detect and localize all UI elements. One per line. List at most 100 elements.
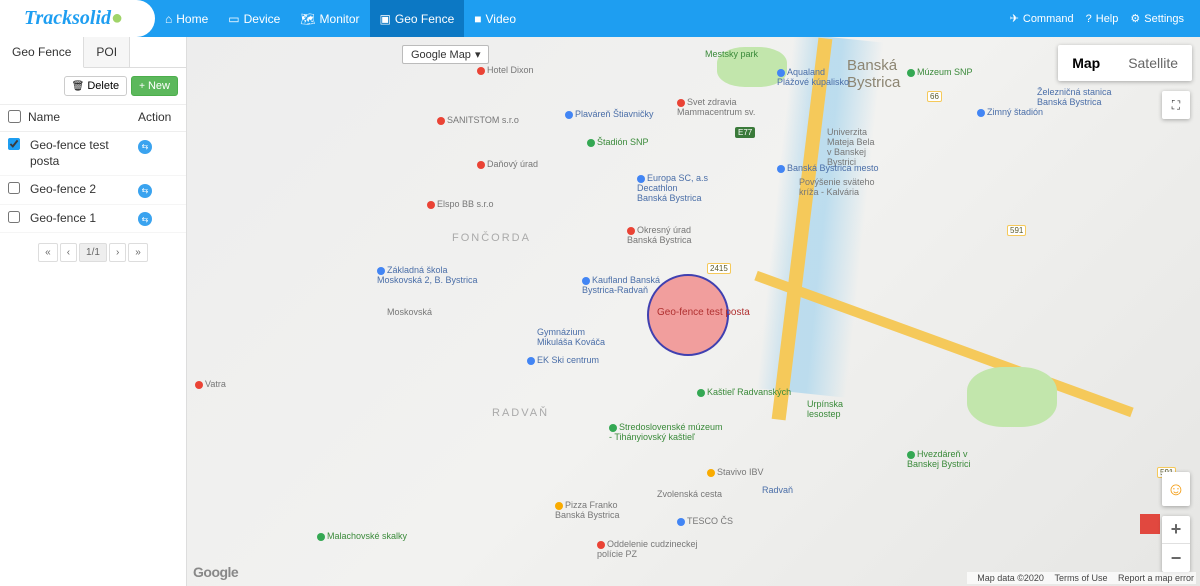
map-view-map[interactable]: Map <box>1058 45 1114 81</box>
tab-geofence[interactable]: Geo Fence <box>0 37 84 68</box>
home-icon: ⌂ <box>165 12 172 26</box>
shield-2415: 2415 <box>707 263 731 274</box>
poi-muzeum: Múzeum SNP <box>907 67 973 77</box>
trash-icon: 🗑 <box>72 81 85 92</box>
row-action-button[interactable]: ⇆ <box>138 212 152 226</box>
poi-hoteldixon: Hotel Dixon <box>477 65 534 75</box>
nav-home[interactable]: ⌂Home <box>155 0 218 37</box>
row-checkbox[interactable] <box>8 211 20 223</box>
plus-icon: + <box>139 81 145 92</box>
row-action-button[interactable]: ⇆ <box>138 184 152 198</box>
pegman-control[interactable]: ☺ <box>1162 472 1190 506</box>
poi-kastiel: Kaštieľ Radvanských <box>697 387 791 397</box>
pager-last[interactable]: » <box>128 243 148 262</box>
shield-591a: 591 <box>1007 225 1026 236</box>
pegman-icon: ☺ <box>1167 479 1185 500</box>
fullscreen-icon: ⛶ <box>1172 98 1180 113</box>
poi-univ: UniverzitaMateja Belav BanskejBystrici <box>827 127 875 167</box>
poi-moskovska: Moskovská <box>387 307 432 317</box>
poi-tesco: TESCO ČS <box>677 516 733 526</box>
poi-europa: Europa SC, a.sDecathlonBanská Bystrica <box>637 173 708 203</box>
poi-zakladna: Základná školaMoskovská 2, B. Bystrica <box>377 265 478 285</box>
fullscreen-button[interactable]: ⛶ <box>1162 91 1190 119</box>
table-row: Geo-fence 1 ⇆ <box>0 205 186 234</box>
geofence-icon: ▣ <box>380 12 391 26</box>
brand-logo: Tracksolid● <box>0 0 155 37</box>
poi-elspo: Elspo BB s.r.o <box>427 199 494 209</box>
geofence-label: Geo-fence test posta <box>657 307 750 318</box>
poi-stadion: Štadión SNP <box>587 137 649 147</box>
row-checkbox[interactable] <box>8 138 20 150</box>
map-type-dropdown[interactable]: Google Map▾ <box>402 45 489 64</box>
poi-vatra: Vatra <box>195 379 226 389</box>
row-name[interactable]: Geo-fence test posta <box>24 138 138 169</box>
poi-zimny: Zimný štadión <box>977 107 1043 117</box>
map[interactable]: BanskáBystrica UniverzitaMateja Belav Ba… <box>187 37 1200 586</box>
report-link[interactable]: Report a map error <box>1118 573 1194 583</box>
poi-kaufland: Kaufland BanskáBystrica-Radvaň <box>582 275 660 295</box>
poi-hvezdaren: Hvezdáreň vBanskej Bystrici <box>907 449 971 469</box>
nav-geofence[interactable]: ▣Geo Fence <box>370 0 465 37</box>
row-action-button[interactable]: ⇆ <box>138 140 152 154</box>
poi-bbmesto: Banská Bystrica mesto <box>777 163 879 173</box>
chevron-down-icon: ▾ <box>475 48 481 61</box>
command-icon: ✈ <box>1010 12 1019 25</box>
nav-settings[interactable]: ⚙Settings <box>1124 0 1190 37</box>
poi-ekski: EK Ski centrum <box>527 355 599 365</box>
nav-monitor[interactable]: 🗺Monitor <box>290 0 369 37</box>
poi-sanitstom: SANITSTOM s.r.o <box>437 115 519 125</box>
poi-aqualand: AqualandPlážové kúpalisko <box>777 67 849 87</box>
red-marker <box>1140 514 1160 534</box>
nav-device[interactable]: ▭Device <box>218 0 290 37</box>
shield-66: 66 <box>927 91 942 102</box>
col-action-header: Action <box>138 110 178 126</box>
tab-poi[interactable]: POI <box>84 37 130 67</box>
pager-prev[interactable]: ‹ <box>60 243 77 262</box>
row-name[interactable]: Geo-fence 2 <box>24 182 138 198</box>
zoom-out-button[interactable]: − <box>1162 544 1190 572</box>
poi-urpinska: Urpínskalesostep <box>807 399 843 419</box>
poi-oddelenie: Oddelenie cudzineckejpolície PZ <box>597 539 698 559</box>
row-name[interactable]: Geo-fence 1 <box>24 211 138 227</box>
video-icon: ■ <box>474 12 481 26</box>
poi-svet: Svet zdraviaMammacentrum sv. <box>677 97 755 117</box>
shield-e77: E77 <box>735 127 755 138</box>
table-row: Geo-fence test posta ⇆ <box>0 132 186 176</box>
pager-current: 1/1 <box>79 243 107 262</box>
pager-first[interactable]: « <box>38 243 58 262</box>
zoom-in-button[interactable]: + <box>1162 516 1190 544</box>
new-button[interactable]: +New <box>131 76 178 96</box>
poi-malachov: Malachovské skalky <box>317 531 407 541</box>
monitor-icon: 🗺 <box>300 12 315 26</box>
poi-stredoslov: Stredoslovenské múzeum- Tihányiovský kaš… <box>609 422 723 442</box>
poi-zvolenska: Zvolenská cesta <box>657 489 722 499</box>
poi-radvan-exit: Radvaň <box>762 485 793 495</box>
select-all-checkbox[interactable] <box>8 110 21 123</box>
poi-gymnazium: GymnáziumMikuláša Kováča <box>537 327 605 347</box>
poi-okresny: Okresný úradBanská Bystrica <box>627 225 692 245</box>
poi-povysenie: Povýšenie svätehokríža - Kalvária <box>799 177 875 197</box>
nav-command[interactable]: ✈Command <box>1004 0 1080 37</box>
pager-next[interactable]: › <box>109 243 126 262</box>
col-name-header: Name <box>24 110 138 126</box>
settings-icon: ⚙ <box>1130 12 1140 25</box>
poi-city: BanskáBystrica <box>847 57 900 91</box>
device-icon: ▭ <box>228 12 239 26</box>
nav-help[interactable]: ?Help <box>1080 0 1125 37</box>
poi-stavivo: Stavivo IBV <box>707 467 764 477</box>
poi-radvan: RADVAŇ <box>492 407 549 419</box>
poi-pizza: Pizza FrankoBanská Bystrica <box>555 500 620 520</box>
poi-foncorda: FONČORDA <box>452 232 531 244</box>
google-logo: Google <box>193 564 238 580</box>
poi-mestsky: Mestsky park <box>705 49 758 59</box>
nav-video[interactable]: ■Video <box>464 0 526 37</box>
delete-button[interactable]: 🗑Delete <box>64 76 128 96</box>
help-icon: ? <box>1086 13 1092 25</box>
table-row: Geo-fence 2 ⇆ <box>0 176 186 205</box>
terms-link[interactable]: Terms of Use <box>1054 573 1107 583</box>
row-checkbox[interactable] <box>8 182 20 194</box>
poi-zeleznicna: Železničná stanicaBanská Bystrica <box>1037 87 1112 107</box>
poi-plavaren: Plaváreň Štiavničky <box>565 109 654 119</box>
map-view-satellite[interactable]: Satellite <box>1114 45 1192 81</box>
poi-danovy: Daňový úrad <box>477 159 538 169</box>
